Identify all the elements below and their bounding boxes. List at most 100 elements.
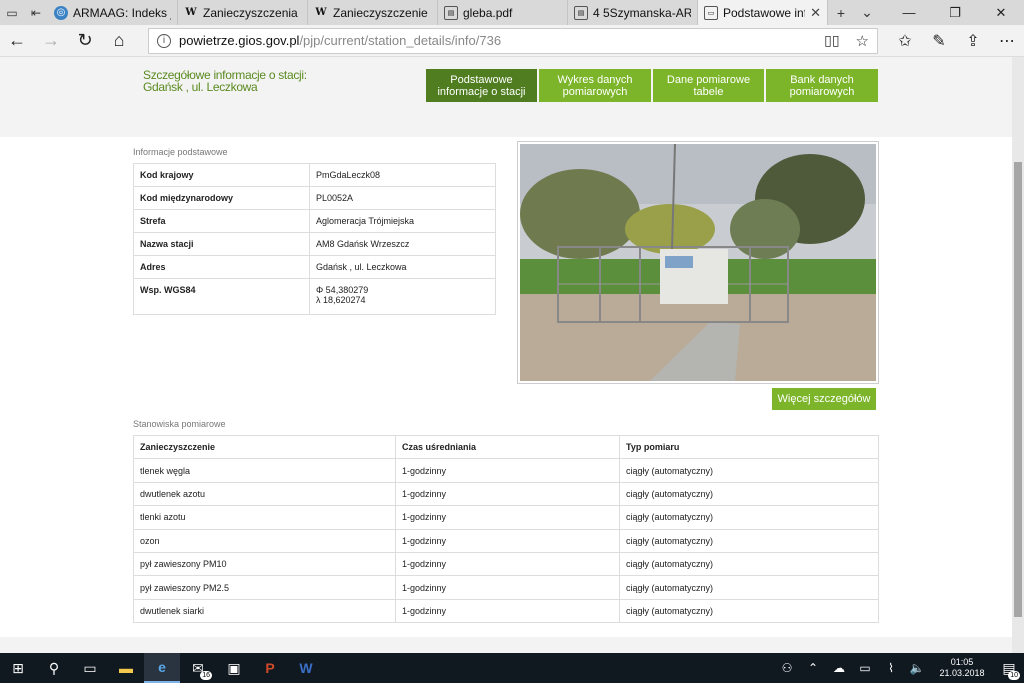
nav-label: informacje o stacji xyxy=(437,85,526,98)
more-details-button[interactable]: Więcej szczegółów xyxy=(772,388,876,410)
pollutant-cell: dwutlenek azotu xyxy=(133,481,396,507)
info-key: Nazwa stacji xyxy=(133,232,310,256)
pdf-icon: ▤ xyxy=(574,5,588,20)
info-icon[interactable]: i xyxy=(157,33,171,48)
table-row: tlenki azotu 1-godzinny ciągły (automatycz… xyxy=(133,505,879,530)
windows-start-icon[interactable]: ⊞ xyxy=(0,653,36,683)
table-header-row: Zanieczyszczenie Czas uśredniania Typ po… xyxy=(133,434,879,460)
nav-label: pomiarowych xyxy=(789,85,855,98)
station-photo[interactable] xyxy=(517,141,879,384)
info-value: PmGdaLeczk08 xyxy=(309,163,496,187)
chevron-up-icon[interactable]: ⌃ xyxy=(800,661,826,675)
nav-chart[interactable]: Wykres danych pomiarowych xyxy=(539,69,651,102)
averaging-cell: 1-godzinny xyxy=(395,598,620,624)
task-view-icon[interactable]: ▭ xyxy=(72,653,108,683)
tab-4[interactable]: ▤ 4 5Szymanska-ARMAAG xyxy=(568,0,698,25)
page-footer-band xyxy=(0,637,1012,653)
page-scrollbar[interactable] xyxy=(1012,57,1024,653)
column-header-type[interactable]: Typ pomiaru xyxy=(619,434,879,460)
nav-tables[interactable]: Dane pomiarowe tabele xyxy=(653,69,764,102)
tab-2[interactable]: W Zanieczyszczenie gleby xyxy=(308,0,438,25)
tab-preview-icon[interactable]: ▭ xyxy=(0,0,24,25)
tab-1[interactable]: W Zanieczyszczenia wody xyxy=(178,0,308,25)
url-field[interactable]: i powietrze.gios.gov.pl/pjp/current/stat… xyxy=(148,27,878,54)
nav-label: Bank danych xyxy=(790,73,854,86)
wikipedia-icon: W xyxy=(315,7,327,18)
averaging-cell: 1-godzinny xyxy=(395,458,620,483)
new-tab-icon[interactable]: + xyxy=(828,0,854,25)
nav-label: Podstawowe xyxy=(450,73,513,86)
nav-basic-info[interactable]: Podstawowe informacje o stacji xyxy=(426,69,537,102)
powerpoint-icon[interactable]: P xyxy=(252,653,288,683)
tab-title: Podstawowe inform xyxy=(723,5,805,20)
file-explorer-icon[interactable]: ▬ xyxy=(108,653,144,683)
mail-badge: 16 xyxy=(200,671,212,680)
table-row: Kod krajowy PmGdaLeczk08 xyxy=(133,163,496,187)
edge-icon[interactable]: e xyxy=(144,653,180,683)
chevron-down-icon[interactable]: ⌄ xyxy=(854,0,880,25)
type-cell: ciągły (automatyczny) xyxy=(619,505,879,530)
close-window-icon[interactable]: ✕ xyxy=(978,0,1024,25)
type-cell: ciągły (automatyczny) xyxy=(619,551,879,577)
info-value: Gdańsk , ul. Leczkowa xyxy=(309,255,496,279)
table-row: dwutlenek azotu 1-godzinny ciągły (automat… xyxy=(133,481,879,507)
info-key: Kod krajowy xyxy=(133,163,310,187)
tab-0[interactable]: ◎ ARMAAG: Indeks jakośc xyxy=(48,0,178,25)
search-icon[interactable]: ⚲ xyxy=(36,653,72,683)
action-center-icon[interactable]: ▤ 10 xyxy=(994,653,1024,683)
pollutant-cell: tlenki azotu xyxy=(133,505,396,530)
battery-icon[interactable]: ▭ xyxy=(852,661,878,675)
nav-data-bank[interactable]: Bank danych pomiarowych xyxy=(766,69,878,102)
basic-info-heading: Informacje podstawowe xyxy=(133,147,228,157)
share-icon[interactable]: ⇪ xyxy=(956,31,990,51)
reading-view-icon[interactable]: ▯▯ xyxy=(824,32,839,49)
tab-title: Zanieczyszczenia wody xyxy=(203,5,301,20)
tab-title: gleba.pdf xyxy=(463,5,513,20)
onedrive-icon[interactable]: ☁ xyxy=(826,661,852,675)
scrollbar-thumb[interactable] xyxy=(1014,162,1022,617)
favorites-hub-icon[interactable]: ✩ xyxy=(888,31,922,51)
tab-title: 4 5Szymanska-ARMAAG xyxy=(593,5,691,20)
table-row: tlenek węgla 1-godzinny ciągły (automatycz… xyxy=(133,458,879,483)
word-icon[interactable]: W xyxy=(288,653,324,683)
page-header: Szczegółowe informacje o stacji: Gdańsk … xyxy=(0,57,1012,137)
pollutant-cell: pył zawieszony PM2.5 xyxy=(133,575,396,600)
table-row: pył zawieszony PM10 1-godzinny ciągły (aut… xyxy=(133,551,879,577)
type-cell: ciągły (automatyczny) xyxy=(619,481,879,507)
restore-icon[interactable]: ❐ xyxy=(932,0,978,25)
page-icon: ▭ xyxy=(704,5,718,20)
column-header-pollutant[interactable]: Zanieczyszczenie xyxy=(133,434,396,460)
set-aside-tabs-icon[interactable]: ⇤ xyxy=(24,0,48,25)
pollutant-cell: pył zawieszony PM10 xyxy=(133,551,396,577)
favorite-star-icon[interactable]: ☆ xyxy=(856,32,869,50)
mail-icon[interactable]: ✉ 16 xyxy=(180,653,216,683)
table-row: Kod międzynarodowy PL0052A xyxy=(133,186,496,210)
info-value: Φ 54,380279 λ 18,620274 xyxy=(309,278,496,315)
tab-5-active[interactable]: ▭ Podstawowe inform ✕ xyxy=(698,0,828,25)
minimize-icon[interactable]: — xyxy=(886,0,932,25)
table-row: ozon 1-godzinny ciągły (automatyczny) xyxy=(133,528,879,553)
refresh-icon[interactable]: ↻ xyxy=(68,25,102,57)
notification-badge: 10 xyxy=(1008,671,1020,680)
forward-icon[interactable]: → xyxy=(34,25,68,57)
tab-3[interactable]: ▤ gleba.pdf xyxy=(438,0,568,25)
measurements-heading: Stanowiska pomiarowe xyxy=(133,419,226,429)
more-icon[interactable]: ⋯ xyxy=(990,31,1024,51)
url-host: powietrze.gios.gov.pl xyxy=(179,33,300,48)
averaging-cell: 1-godzinny xyxy=(395,551,620,577)
back-icon[interactable]: ← xyxy=(0,25,34,57)
close-tab-icon[interactable]: ✕ xyxy=(810,5,821,21)
column-header-averaging[interactable]: Czas uśredniania xyxy=(395,434,620,460)
type-cell: ciągły (automatyczny) xyxy=(619,598,879,624)
network-icon[interactable]: ⌇ xyxy=(878,661,904,675)
nav-label: tabele xyxy=(693,85,724,98)
averaging-cell: 1-godzinny xyxy=(395,481,620,507)
clock[interactable]: 01:05 21.03.2018 xyxy=(930,657,994,679)
basic-info-table: Kod krajowy PmGdaLeczk08 Kod międzynarodo… xyxy=(133,163,496,315)
store-icon[interactable]: ▣ xyxy=(216,653,252,683)
averaging-cell: 1-godzinny xyxy=(395,528,620,553)
people-icon[interactable]: ⚇ xyxy=(774,661,800,675)
volume-icon[interactable]: 🔈 xyxy=(904,661,930,675)
pen-icon[interactable]: ✎ xyxy=(922,31,956,51)
home-icon[interactable]: ⌂ xyxy=(102,25,136,57)
